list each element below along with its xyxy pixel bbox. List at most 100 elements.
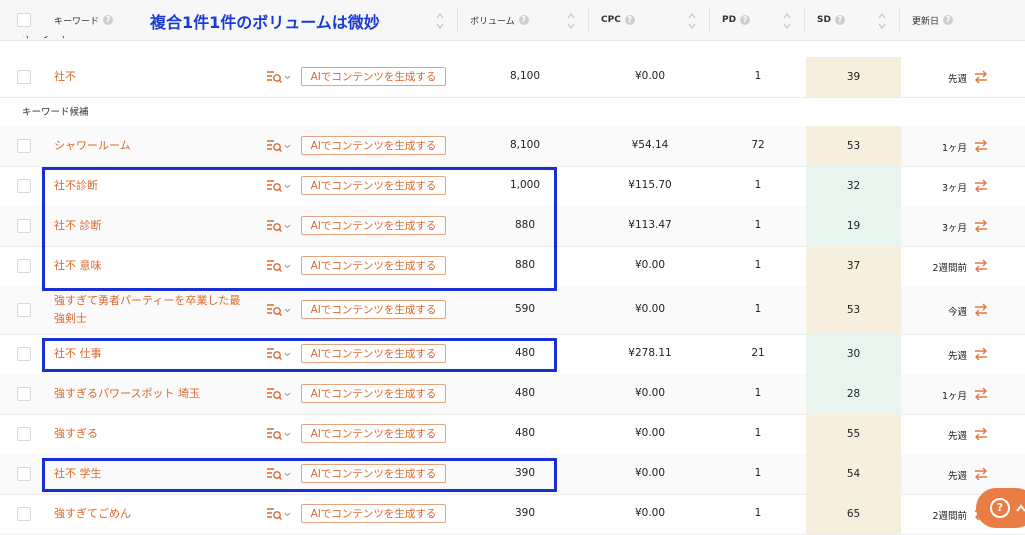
ai-generate-button[interactable]: AIでコンテンツを生成する [301, 504, 446, 523]
select-all-checkbox[interactable] [17, 13, 31, 27]
cpc-value: ¥0.00 [634, 70, 666, 82]
help-icon[interactable]: ? [834, 15, 845, 25]
pd-value: 72 [751, 139, 765, 151]
keyword-tools-icon[interactable] [266, 427, 292, 441]
row-checkbox[interactable] [17, 427, 31, 441]
sort-icon[interactable] [688, 12, 696, 30]
cpc-value: ¥115.70 [628, 179, 672, 191]
sd-value: 19 [806, 206, 901, 246]
header-cpc[interactable]: CPC ? [601, 0, 635, 40]
row-checkbox[interactable] [17, 139, 31, 153]
volume-value: 390 [514, 507, 536, 519]
section-label-keyword: キーワード [22, 36, 70, 44]
sort-icon[interactable] [436, 12, 444, 30]
row-checkbox[interactable] [17, 259, 31, 273]
sort-icon[interactable] [878, 12, 886, 30]
keyword-link[interactable]: 強すぎて勇者パーティーを卒業した最 強剣士 [54, 292, 240, 328]
sort-icon[interactable] [783, 12, 791, 30]
help-icon[interactable]: ? [103, 15, 114, 25]
sd-value: 53 [806, 286, 901, 334]
column-divider [457, 8, 458, 32]
refresh-icon[interactable] [972, 303, 990, 317]
row-checkbox[interactable] [17, 303, 31, 317]
refresh-icon[interactable] [972, 139, 990, 153]
keyword-tools-icon[interactable] [266, 303, 292, 317]
updated-value: 先週 [947, 431, 967, 442]
table-row: 強すぎてごめん AIでコンテンツを生成する 390 ¥0.00 1 65 2週間… [0, 494, 1025, 535]
refresh-icon[interactable] [972, 347, 990, 361]
ai-generate-button[interactable]: AIでコンテンツを生成する [301, 300, 446, 319]
sort-icon[interactable] [567, 12, 575, 30]
ai-generate-button[interactable]: AIでコンテンツを生成する [301, 384, 446, 403]
help-icon[interactable]: ? [740, 15, 751, 25]
header-updated[interactable]: 更新日 ? [912, 0, 954, 40]
pd-value: 1 [754, 427, 762, 439]
cpc-value: ¥0.00 [634, 259, 666, 271]
sd-value: 28 [806, 374, 901, 414]
keyword-tools-icon[interactable] [266, 139, 292, 153]
column-divider [588, 8, 589, 32]
cpc-value: ¥0.00 [634, 427, 666, 439]
highlight-box [42, 338, 557, 372]
refresh-icon[interactable] [972, 259, 990, 273]
refresh-icon[interactable] [972, 467, 990, 481]
row-checkbox[interactable] [17, 387, 31, 401]
chevron-up-icon [1016, 504, 1025, 512]
volume-value: 8,100 [509, 70, 541, 82]
row-checkbox[interactable] [17, 70, 31, 84]
ai-generate-button[interactable]: AIでコンテンツを生成する [301, 424, 446, 443]
keyword-tools-icon[interactable] [266, 387, 292, 401]
refresh-icon[interactable] [972, 219, 990, 233]
row-checkbox[interactable] [17, 347, 31, 361]
cpc-value: ¥278.11 [628, 347, 672, 359]
keyword-link[interactable]: 社不 [54, 68, 76, 86]
pd-value: 1 [754, 179, 762, 191]
refresh-icon[interactable] [972, 427, 990, 441]
refresh-icon[interactable] [972, 70, 990, 84]
section-label-candidates: キーワード候補 [22, 107, 89, 118]
volume-value: 8,100 [509, 139, 541, 151]
keyword-link[interactable]: 強すぎてごめん [54, 505, 131, 523]
cpc-value: ¥54.14 [631, 139, 669, 151]
help-icon: ? [990, 498, 1010, 518]
column-divider [804, 8, 805, 32]
refresh-icon[interactable] [972, 179, 990, 193]
help-icon[interactable]: ? [624, 15, 635, 25]
keyword-tools-icon[interactable] [266, 70, 292, 84]
header-sd[interactable]: SD ? [817, 0, 845, 40]
pd-value: 1 [754, 219, 762, 231]
pd-value: 1 [754, 507, 762, 519]
header-keyword[interactable]: キーワード ? [54, 0, 114, 40]
table-row: 強すぎて勇者パーティーを卒業した最 強剣士 AIでコンテンツを生成する 590 ¥… [0, 286, 1025, 335]
ai-generate-button[interactable]: AIでコンテンツを生成する [301, 67, 446, 86]
row-checkbox[interactable] [17, 507, 31, 521]
header-volume[interactable]: ボリューム ? [470, 0, 529, 40]
row-checkbox[interactable] [17, 219, 31, 233]
table-row: シャワールーム AIでコンテンツを生成する 8,100 ¥54.14 72 53… [0, 126, 1025, 167]
keyword-link[interactable]: 強すぎるパワースポット 埼玉 [54, 385, 200, 403]
keyword-link[interactable]: 強すぎる [54, 425, 98, 443]
row-checkbox[interactable] [17, 179, 31, 193]
header-pd[interactable]: PD ? [722, 0, 751, 40]
row-checkbox[interactable] [17, 467, 31, 481]
help-floating-button[interactable]: ? [976, 488, 1025, 528]
keyword-link[interactable]: シャワールーム [54, 137, 131, 155]
table-row: 強すぎる AIでコンテンツを生成する 480 ¥0.00 1 55 先週 [0, 414, 1025, 455]
help-icon[interactable]: ? [943, 15, 954, 25]
table-row: 社不 AIでコンテンツを生成する 8,100 ¥0.00 1 39 先週 [0, 57, 1025, 98]
cpc-value: ¥0.00 [634, 507, 666, 519]
updated-value: 2週間前 [932, 263, 967, 274]
refresh-icon[interactable] [972, 387, 990, 401]
sd-value: 55 [806, 414, 901, 454]
help-icon[interactable]: ? [518, 15, 529, 25]
ai-generate-button[interactable]: AIでコンテンツを生成する [301, 136, 446, 155]
sd-value: 30 [806, 334, 901, 374]
sd-value: 32 [806, 166, 901, 206]
cpc-value: ¥0.00 [634, 467, 666, 479]
annotation-text: 複合1件1件のボリュームは微妙 [150, 13, 380, 32]
cpc-value: ¥113.47 [628, 219, 672, 231]
sd-value: 37 [806, 246, 901, 286]
keyword-tools-icon[interactable] [266, 507, 292, 521]
updated-value: 3ヶ月 [941, 223, 967, 234]
pd-value: 1 [754, 303, 762, 315]
